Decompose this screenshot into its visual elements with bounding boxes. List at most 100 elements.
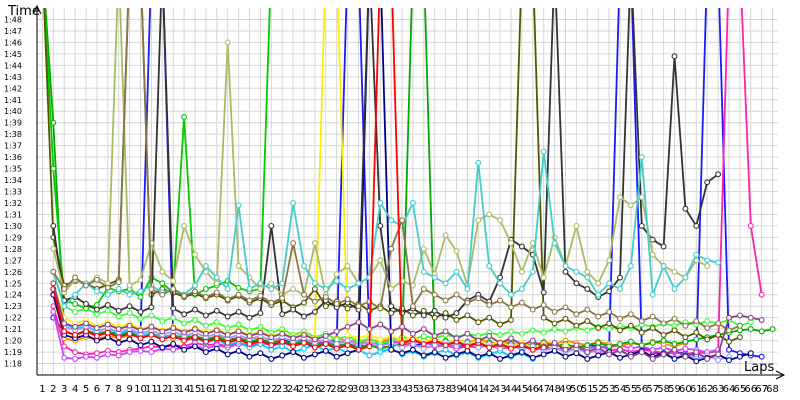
y-tick-label: 1:29 bbox=[4, 233, 22, 242]
x-tick-label: 8 bbox=[116, 384, 122, 395]
data-point bbox=[170, 341, 177, 347]
data-point bbox=[747, 314, 754, 321]
data-point bbox=[508, 335, 514, 342]
data-point bbox=[606, 257, 613, 264]
data-point bbox=[159, 328, 166, 335]
data-point bbox=[181, 320, 188, 327]
data-point bbox=[453, 351, 460, 358]
data-point bbox=[442, 328, 449, 335]
data-point bbox=[50, 165, 57, 172]
data-point bbox=[279, 295, 286, 302]
data-point bbox=[322, 347, 329, 354]
data-point bbox=[115, 286, 122, 292]
data-point bbox=[497, 331, 504, 338]
data-point bbox=[72, 291, 79, 298]
data-point bbox=[192, 326, 198, 333]
data-point bbox=[442, 232, 449, 239]
data-point bbox=[464, 286, 471, 292]
data-point bbox=[617, 327, 623, 334]
data-point bbox=[726, 314, 732, 321]
data-point bbox=[595, 352, 602, 359]
data-point bbox=[420, 326, 427, 333]
y-tick-label: 1:43 bbox=[4, 73, 22, 82]
data-point bbox=[279, 280, 286, 287]
data-point bbox=[159, 291, 166, 298]
data-point bbox=[235, 291, 242, 298]
data-point bbox=[301, 291, 307, 298]
data-point bbox=[388, 303, 395, 310]
data-point bbox=[344, 305, 351, 312]
data-point bbox=[540, 344, 547, 351]
data-point bbox=[137, 294, 144, 300]
data-point bbox=[115, 334, 122, 341]
data-point bbox=[170, 325, 177, 331]
data-point bbox=[148, 304, 155, 311]
data-point bbox=[93, 306, 100, 313]
data-point bbox=[377, 257, 384, 264]
y-tick-label: 1:37 bbox=[4, 142, 22, 151]
data-point bbox=[61, 328, 68, 335]
data-point bbox=[595, 280, 602, 287]
y-tick-label: 1:34 bbox=[4, 176, 22, 185]
data-point bbox=[202, 294, 209, 300]
data-point bbox=[235, 328, 242, 335]
data-point bbox=[464, 343, 471, 350]
data-point bbox=[235, 321, 242, 328]
data-point bbox=[431, 314, 438, 321]
data-point bbox=[518, 268, 525, 275]
data-point bbox=[638, 194, 645, 201]
data-point bbox=[573, 342, 580, 349]
data-point bbox=[311, 286, 318, 292]
data-point bbox=[573, 268, 580, 275]
data-point bbox=[671, 268, 678, 275]
data-point bbox=[584, 286, 591, 292]
data-point bbox=[595, 291, 602, 298]
data-point bbox=[584, 349, 591, 356]
data-point bbox=[606, 320, 613, 327]
data-point bbox=[617, 286, 623, 292]
data-point bbox=[235, 308, 242, 315]
x-tick-label: 6 bbox=[94, 384, 100, 395]
data-point bbox=[486, 350, 493, 357]
data-point bbox=[627, 263, 634, 269]
data-point bbox=[72, 300, 79, 307]
data-point bbox=[442, 314, 449, 321]
data-point bbox=[311, 344, 318, 351]
y-tick-label: 1:47 bbox=[4, 27, 22, 36]
data-point bbox=[224, 331, 231, 338]
y-tick-label: 1:35 bbox=[4, 165, 22, 174]
data-point bbox=[747, 350, 754, 357]
data-point bbox=[104, 284, 111, 291]
data-point bbox=[671, 53, 678, 60]
data-point bbox=[290, 200, 297, 206]
data-point bbox=[72, 323, 79, 330]
data-point bbox=[693, 329, 700, 336]
data-point bbox=[148, 323, 155, 330]
data-point bbox=[257, 292, 264, 299]
data-point bbox=[50, 222, 57, 229]
data-point bbox=[682, 345, 689, 352]
data-point bbox=[322, 286, 329, 292]
data-point bbox=[115, 339, 122, 346]
data-point bbox=[704, 355, 711, 362]
data-point bbox=[311, 298, 318, 305]
data-point bbox=[181, 346, 188, 353]
data-point bbox=[83, 328, 89, 335]
lap-time-chart: Time Laps 1:181:191:201:211:221:231:241:… bbox=[0, 0, 800, 400]
data-point bbox=[606, 343, 613, 350]
data-point bbox=[606, 351, 613, 358]
data-point bbox=[649, 325, 656, 331]
y-tick-label: 1:23 bbox=[4, 302, 22, 311]
data-point bbox=[279, 311, 286, 318]
data-point bbox=[213, 289, 220, 296]
data-point bbox=[224, 351, 231, 358]
data-point bbox=[551, 240, 558, 247]
y-tick-label: 1:40 bbox=[4, 107, 22, 116]
data-point bbox=[529, 337, 536, 344]
data-point bbox=[50, 268, 57, 275]
y-tick-label: 1:32 bbox=[4, 199, 22, 208]
data-point bbox=[551, 326, 558, 333]
data-point bbox=[148, 312, 155, 319]
data-point bbox=[202, 349, 209, 356]
y-tick-label: 1:18 bbox=[4, 360, 22, 369]
